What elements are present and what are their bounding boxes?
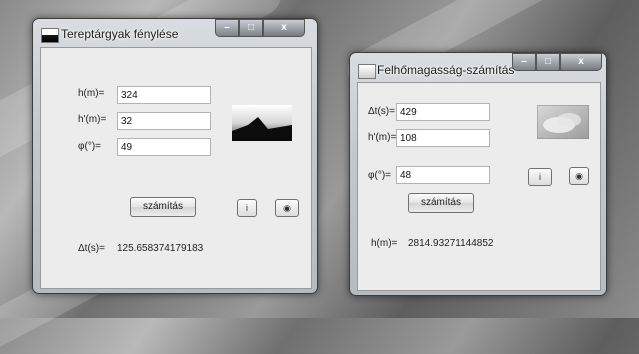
window1-client: h(m)= h'(m)= φ(°)= számítás i ◉ Δt(s)= 1…	[40, 47, 312, 289]
h-prime-input[interactable]	[117, 112, 211, 130]
calculate-button[interactable]: számítás	[130, 197, 196, 217]
h-prime-input[interactable]	[396, 129, 490, 147]
minimize-button[interactable]: –	[215, 19, 239, 37]
phi-input[interactable]	[396, 166, 490, 184]
phi-label: φ(°)=	[78, 141, 101, 152]
minimize-button[interactable]: –	[512, 53, 536, 71]
window2-title: Felhőmagasság-számítás	[377, 63, 515, 77]
maximize-button[interactable]: □	[239, 19, 263, 37]
app-icon	[358, 64, 376, 79]
close-button[interactable]: x	[560, 53, 602, 71]
mountain-sunset-image	[232, 105, 292, 141]
dt-label: Δt(s)=	[368, 106, 395, 117]
close-button[interactable]: x	[263, 19, 305, 37]
window-felhomagassag: Felhőmagasság-számítás – □ x Δt(s)= h'(m…	[349, 52, 607, 296]
calculate-button[interactable]: számítás	[408, 193, 474, 213]
app-icon	[41, 28, 59, 43]
result-label: Δt(s)=	[78, 243, 105, 254]
h-prime-label: h'(m)=	[368, 132, 397, 143]
result-value: 125.658374179183	[117, 243, 204, 254]
window-tereptargyak: Tereptárgyak fénylése – □ x h(m)= h'(m)=…	[32, 18, 318, 294]
window1-title: Tereptárgyak fénylése	[61, 27, 179, 41]
phi-label: φ(°)=	[368, 170, 391, 181]
window2-titlebar[interactable]: Felhőmagasság-számítás – □ x	[350, 53, 606, 81]
h-label: h(m)=	[78, 88, 105, 99]
window2-client: Δt(s)= h'(m)= φ(°)= számítás i ◉ h(m)= 2…	[357, 82, 601, 291]
info-button[interactable]: i	[237, 199, 257, 217]
result-label: h(m)=	[371, 238, 398, 249]
cloud-image	[537, 105, 589, 139]
maximize-button[interactable]: □	[536, 53, 560, 71]
view-button[interactable]: ◉	[275, 199, 299, 217]
dt-input[interactable]	[396, 103, 490, 121]
h-input[interactable]	[117, 86, 211, 104]
window1-titlebar[interactable]: Tereptárgyak fénylése – □ x	[33, 19, 317, 47]
result-value: 2814.93271144852	[408, 238, 494, 249]
view-button[interactable]: ◉	[569, 167, 589, 185]
phi-input[interactable]	[117, 138, 211, 156]
h-prime-label: h'(m)=	[78, 114, 107, 125]
info-button[interactable]: i	[528, 168, 552, 186]
